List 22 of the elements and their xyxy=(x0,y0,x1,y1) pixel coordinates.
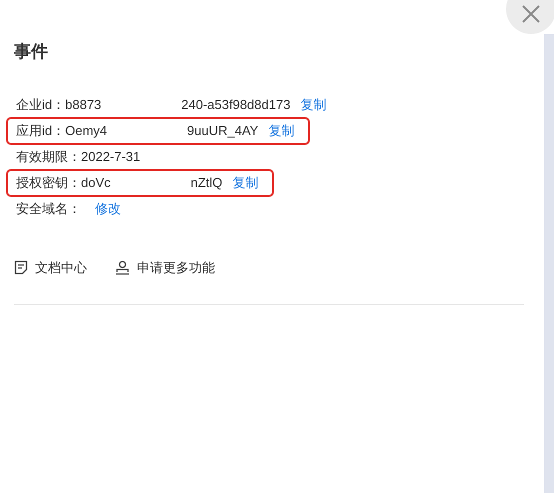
field-value: doVc xyxy=(81,174,111,192)
field-value: 240-a53f98d8d173 xyxy=(181,96,290,114)
field-value: b8873 xyxy=(65,96,102,114)
user-icon xyxy=(115,260,130,276)
edit-link[interactable]: 修改 xyxy=(95,199,121,219)
field-value: Oemy4 xyxy=(65,122,108,140)
panel-title: 事件 xyxy=(14,41,48,63)
field-label: 有效期限： xyxy=(16,148,81,166)
document-icon xyxy=(14,260,28,276)
nav-link[interactable]: 文档中心 xyxy=(14,258,87,278)
field-value: 9uuUR_4AY xyxy=(187,122,258,140)
field-label: 应用id： xyxy=(16,122,66,140)
field-label: 安全域名： xyxy=(16,200,81,218)
field-label: 企业id： xyxy=(16,96,66,114)
field-value: nZtlQ xyxy=(190,174,222,192)
copy-link[interactable]: 复制 xyxy=(268,121,294,141)
copy-link[interactable]: 复制 xyxy=(232,173,258,193)
copy-link[interactable]: 复制 xyxy=(300,95,326,115)
nav-link[interactable]: 申请更多功能 xyxy=(115,258,215,278)
close-icon xyxy=(522,5,540,23)
field-value: 2022-7-31 xyxy=(81,148,140,166)
field-label: 授权密钥： xyxy=(16,174,81,192)
